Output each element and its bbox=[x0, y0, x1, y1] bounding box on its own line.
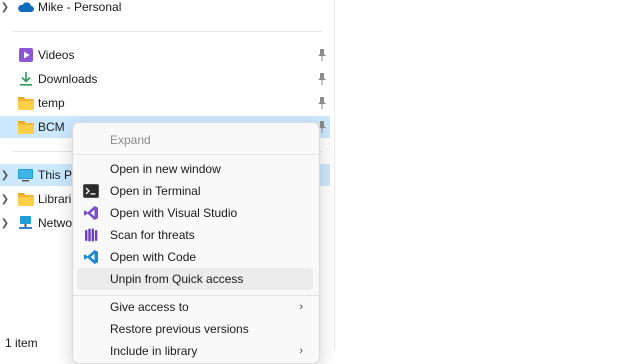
menu-item-unpin-quick-access[interactable]: Unpin from Quick access bbox=[77, 268, 313, 290]
nav-item-onedrive[interactable]: ❯ Mike - Personal bbox=[0, 0, 330, 18]
folder-icon bbox=[17, 119, 34, 135]
menu-item-expand[interactable]: Expand bbox=[77, 129, 313, 151]
menu-item-include-library[interactable]: Include in library › bbox=[77, 340, 313, 362]
menu-item-restore-versions[interactable]: Restore previous versions bbox=[77, 318, 313, 340]
file-list-pane[interactable] bbox=[334, 0, 638, 350]
chevron-right-icon[interactable]: ❯ bbox=[0, 212, 10, 234]
visual-studio-icon bbox=[82, 205, 100, 221]
folder-icon bbox=[17, 95, 34, 111]
menu-separator bbox=[73, 154, 319, 155]
network-icon bbox=[17, 215, 34, 231]
onedrive-cloud-icon bbox=[17, 0, 34, 15]
chevron-right-icon[interactable]: ❯ bbox=[0, 0, 10, 18]
menu-item-open-code[interactable]: Open with Code bbox=[77, 246, 313, 268]
nav-label: Downloads bbox=[38, 72, 98, 86]
menu-item-scan-threats[interactable]: Scan for threats bbox=[77, 224, 313, 246]
chevron-right-icon[interactable]: ❯ bbox=[0, 164, 10, 186]
chevron-right-icon: › bbox=[299, 345, 303, 357]
pin-icon[interactable] bbox=[316, 96, 328, 110]
nav-item-downloads[interactable]: Downloads bbox=[0, 68, 330, 90]
nav-label: Mike - Personal bbox=[38, 0, 122, 14]
videos-icon bbox=[17, 47, 34, 63]
nav-divider bbox=[12, 31, 322, 32]
shield-scan-icon bbox=[82, 227, 100, 243]
computer-icon bbox=[17, 167, 34, 183]
nav-label: Videos bbox=[38, 48, 75, 62]
terminal-icon bbox=[82, 183, 100, 199]
menu-item-open-terminal[interactable]: Open in Terminal bbox=[77, 180, 313, 202]
menu-item-open-visual-studio[interactable]: Open with Visual Studio bbox=[77, 202, 313, 224]
pin-icon[interactable] bbox=[316, 48, 328, 62]
status-bar-item-count: 1 item bbox=[5, 336, 38, 350]
downloads-icon bbox=[17, 71, 34, 87]
nav-item-temp[interactable]: temp bbox=[0, 92, 330, 114]
context-menu: Expand Open in new window Open in Termin… bbox=[72, 122, 320, 364]
pin-icon[interactable] bbox=[316, 72, 328, 86]
nav-item-videos[interactable]: Videos bbox=[0, 44, 330, 66]
nav-label: temp bbox=[38, 96, 65, 110]
chevron-right-icon[interactable]: ❯ bbox=[0, 188, 10, 210]
menu-item-open-new-window[interactable]: Open in new window bbox=[77, 158, 313, 180]
nav-label: BCM bbox=[38, 120, 65, 134]
libraries-icon bbox=[17, 191, 34, 207]
menu-item-give-access[interactable]: Give access to › bbox=[77, 296, 313, 318]
chevron-right-icon: › bbox=[299, 301, 303, 313]
vscode-icon bbox=[82, 249, 100, 265]
